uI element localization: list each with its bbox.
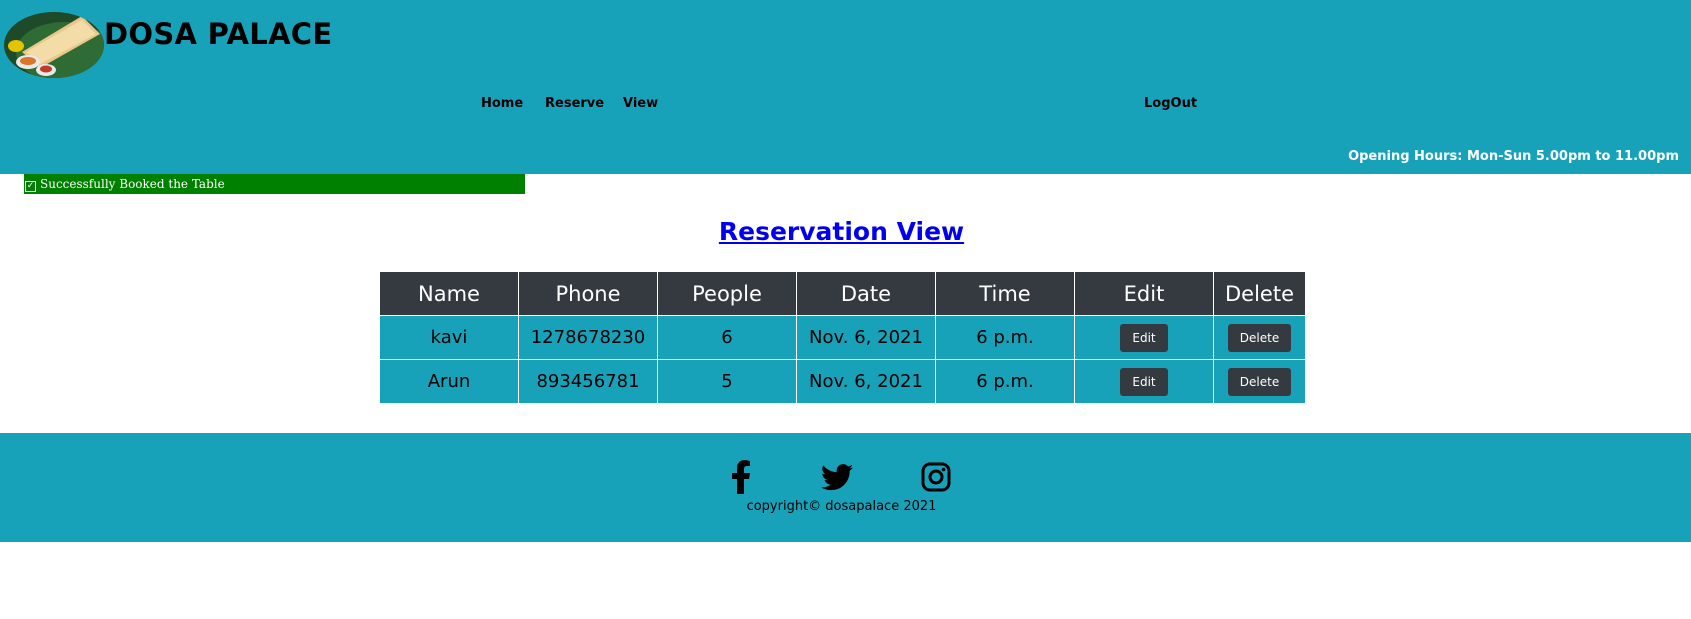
table-header-row: Name Phone People Date Time Edit Delete [379, 271, 1306, 316]
edit-button[interactable]: Edit [1120, 367, 1168, 396]
cell-time: 6 p.m. [935, 359, 1075, 404]
cell-people: 6 [657, 315, 797, 360]
copyright-text: copyright© dosapalace 2021 [746, 499, 937, 514]
reservation-view-link[interactable]: Reservation View [719, 217, 964, 246]
delete-button[interactable]: Delete [1227, 367, 1292, 396]
cell-edit: Edit [1074, 359, 1214, 404]
column-header-edit: Edit [1074, 271, 1214, 316]
column-header-people: People [657, 271, 797, 316]
cell-time: 6 p.m. [935, 315, 1075, 360]
facebook-icon[interactable] [721, 459, 761, 495]
opening-hours: Opening Hours: Mon-Sun 5.00pm to 11.00pm [1348, 149, 1679, 164]
column-header-date: Date [796, 271, 936, 316]
cell-delete: Delete [1213, 315, 1306, 360]
column-header-delete: Delete [1213, 271, 1306, 316]
cell-delete: Delete [1213, 359, 1306, 404]
nav-view[interactable]: View [623, 96, 658, 112]
nav-reserve[interactable]: Reserve [545, 96, 604, 112]
cell-phone: 893456781 [518, 359, 658, 404]
site-header: DOSA PALACE Home Reserve View LogOut Ope… [0, 0, 1691, 174]
site-footer: copyright© dosapalace 2021 [0, 433, 1691, 542]
cell-phone: 1278678230 [518, 315, 658, 360]
cell-edit: Edit [1074, 315, 1214, 360]
logo-image [4, 12, 104, 78]
success-alert: ✓ Successfully Booked the Table [24, 174, 525, 194]
nav-logout[interactable]: LogOut [1144, 96, 1197, 112]
table-row: Arun 893456781 5 Nov. 6, 2021 6 p.m. Edi… [379, 359, 1306, 404]
delete-button[interactable]: Delete [1227, 323, 1292, 352]
brand-title: DOSA PALACE [104, 17, 333, 51]
column-header-name: Name [379, 271, 519, 316]
cell-date: Nov. 6, 2021 [796, 359, 936, 404]
cell-date: Nov. 6, 2021 [796, 315, 936, 360]
nav-home[interactable]: Home [481, 96, 523, 112]
page-title: Reservation View [0, 215, 1683, 249]
cell-name: Arun [379, 359, 519, 404]
twitter-icon[interactable] [817, 459, 857, 495]
instagram-icon[interactable] [916, 459, 956, 495]
column-header-time: Time [935, 271, 1075, 316]
edit-button[interactable]: Edit [1120, 323, 1168, 352]
check-square-icon: ✓ [25, 181, 36, 192]
cell-people: 5 [657, 359, 797, 404]
table-row: kavi 1278678230 6 Nov. 6, 2021 6 p.m. Ed… [379, 315, 1306, 360]
column-header-phone: Phone [518, 271, 658, 316]
cell-name: kavi [379, 315, 519, 360]
alert-message: Successfully Booked the Table [40, 177, 225, 191]
reservations-table: Name Phone People Date Time Edit Delete … [379, 271, 1306, 404]
